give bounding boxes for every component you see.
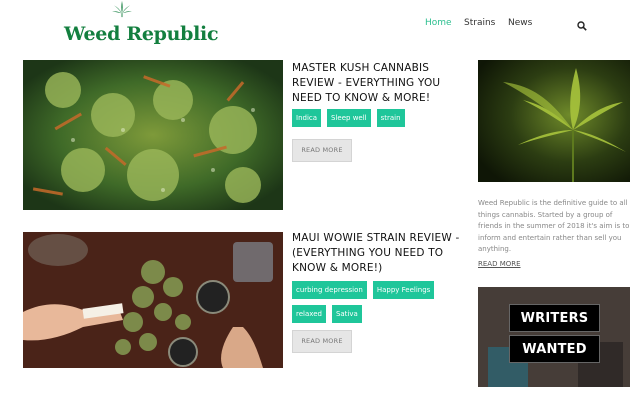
site-logo[interactable]: Weed Republic — [64, 10, 219, 45]
post-image-master-kush[interactable] — [23, 60, 283, 210]
post-tags: curbing depression Happy Feelings relaxe… — [292, 281, 462, 323]
banner-line-2: WANTED — [509, 335, 600, 363]
logo-text: Weed Republic — [64, 23, 219, 45]
post-title[interactable]: MAUI WOWIE STRAIN REVIEW - (EVERYTHING Y… — [292, 231, 462, 276]
post-tags: Indica Sleep well strain — [292, 109, 462, 127]
nav-news[interactable]: News — [508, 18, 532, 28]
nav-home[interactable]: Home — [425, 18, 452, 28]
tag[interactable]: curbing depression — [292, 281, 367, 299]
tag[interactable]: Sleep well — [327, 109, 371, 127]
post-title[interactable]: MASTER KUSH CANNABIS REVIEW - EVERYTHING… — [292, 61, 462, 106]
tag[interactable]: relaxed — [292, 305, 326, 323]
tag[interactable]: Sativa — [331, 305, 362, 323]
nav-strains[interactable]: Strains — [464, 18, 495, 28]
cannabis-leaf-icon — [112, 0, 132, 18]
read-more-button[interactable]: READ MORE — [292, 330, 352, 353]
tag[interactable]: strain — [376, 109, 405, 127]
tag[interactable]: Indica — [292, 109, 322, 127]
read-more-button[interactable]: READ MORE — [292, 139, 352, 162]
post-image-maui-wowie[interactable] — [23, 232, 283, 368]
sidebar-image-cannabis-leaf — [478, 60, 630, 182]
writers-wanted-banner[interactable]: WRITERS WANTED — [478, 287, 630, 387]
sidebar-read-more-link[interactable]: READ MORE — [478, 260, 521, 268]
tag[interactable]: Happy Feelings — [372, 281, 435, 299]
search-icon[interactable] — [577, 21, 587, 31]
banner-line-1: WRITERS — [509, 304, 600, 332]
about-text: Weed Republic is the definitive guide to… — [478, 199, 630, 254]
